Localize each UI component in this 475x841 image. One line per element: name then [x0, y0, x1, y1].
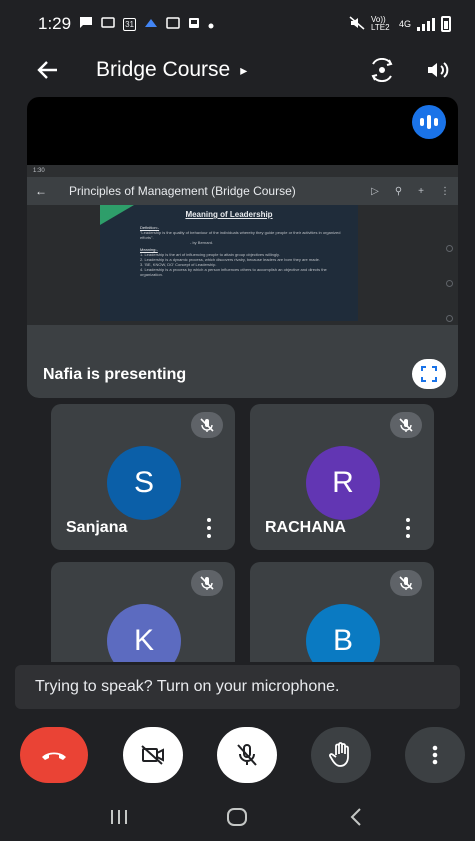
- switch-camera-icon: [371, 58, 393, 82]
- status-time: 1:29: [38, 14, 72, 33]
- fullscreen-icon: [421, 366, 437, 382]
- slide-point: 4. Leadership is a process by which a pe…: [140, 267, 327, 277]
- slide-text: Definition:- "Leadership is the quality …: [140, 223, 346, 277]
- shared-content: Meaning of Leadership Definition:- "Lead…: [27, 205, 458, 325]
- avatar: R: [306, 446, 380, 520]
- battery-icon: [441, 16, 451, 32]
- more-vert-icon: [432, 745, 438, 765]
- arrow-left-icon: [37, 61, 57, 79]
- more-options-button[interactable]: [405, 727, 465, 783]
- chevron-right-icon: ▸: [240, 61, 248, 78]
- signal-icon: [417, 17, 435, 31]
- chat-bubble-icon: [79, 16, 93, 32]
- hand-icon: [329, 742, 349, 767]
- photo-icon: [188, 17, 200, 32]
- network-label: Vo)) LTE2: [370, 15, 390, 32]
- shared-side-controls: [444, 245, 454, 322]
- mic-toggle-button[interactable]: [217, 727, 277, 783]
- back-button[interactable]: [30, 52, 66, 88]
- call-controls: [0, 727, 475, 787]
- app-icon: [144, 17, 158, 32]
- shared-app-title: Principles of Management (Bridge Course): [69, 184, 296, 198]
- add-person-icon: +: [418, 185, 424, 197]
- notification-icons: 31: [79, 16, 214, 32]
- meeting-title: Bridge Course: [96, 58, 231, 81]
- app-bar: Bridge Course ▸: [0, 48, 475, 92]
- camera-off-icon: [141, 745, 164, 765]
- dot-icon: [208, 17, 214, 32]
- mic-off-icon: [390, 570, 422, 596]
- mic-off-icon: [390, 412, 422, 438]
- play-icon: ▷: [371, 185, 379, 197]
- home-icon: [227, 808, 248, 826]
- mic-hint-toast: Trying to speak? Turn on your microphone…: [15, 665, 460, 709]
- app-actions: [365, 53, 455, 87]
- presenter-label: Nafia is presenting: [43, 366, 187, 383]
- status-bar: 1:29 31 Vo)) LTE2 4G: [0, 0, 475, 48]
- shared-status-time: 1:30: [33, 168, 45, 174]
- audio-output-button[interactable]: [421, 53, 455, 87]
- home-button[interactable]: [217, 797, 257, 837]
- phone-hangup-icon: [42, 752, 66, 760]
- calendar-icon: 31: [123, 17, 136, 31]
- recents-icon: [111, 810, 128, 824]
- participant-more-button[interactable]: [201, 516, 217, 540]
- participant-name: RACHANA: [265, 519, 346, 536]
- participant-tile[interactable]: R RACHANA: [250, 404, 434, 550]
- shared-status-bar: 1:30: [27, 165, 458, 177]
- mic-off-icon: [237, 744, 257, 766]
- raise-hand-button[interactable]: [311, 727, 371, 783]
- participant-tile[interactable]: K: [51, 562, 235, 662]
- chevron-left-icon: [350, 808, 361, 826]
- more-vert-icon: ⋮: [440, 185, 450, 197]
- shared-toolbar-icons: ▷ ⚲ + ⋮: [371, 186, 450, 197]
- participant-name: Sanjana: [66, 519, 128, 536]
- status-right: Vo)) LTE2 4G: [349, 16, 451, 33]
- slide: Meaning of Leadership Definition:- "Lead…: [100, 205, 358, 321]
- avatar: K: [107, 604, 181, 662]
- audio-level-icon: [412, 105, 446, 139]
- mic-off-icon: [191, 412, 223, 438]
- end-call-button[interactable]: [20, 727, 88, 783]
- avatar: S: [107, 446, 181, 520]
- fullscreen-button[interactable]: [412, 359, 446, 389]
- switch-camera-button[interactable]: [365, 53, 399, 87]
- back-nav-button[interactable]: [336, 797, 376, 837]
- participant-tile[interactable]: B: [250, 562, 434, 662]
- shared-screen: 1:30 ← Principles of Management (Bridge …: [27, 165, 458, 398]
- avatar: B: [306, 604, 380, 662]
- toast-text: Trying to speak? Turn on your microphone…: [35, 678, 340, 695]
- presentation-view[interactable]: 1:30 ← Principles of Management (Bridge …: [27, 97, 458, 398]
- participant-more-button[interactable]: [400, 516, 416, 540]
- shared-back-icon: ←: [35, 184, 47, 198]
- recents-button[interactable]: [99, 797, 139, 837]
- search-icon: ⚲: [394, 185, 403, 197]
- slide-definition-author: - by Bernard.: [190, 240, 214, 245]
- network-type: 4G: [398, 19, 411, 29]
- camera-toggle-button[interactable]: [123, 727, 183, 783]
- gallery-icon: [166, 16, 180, 32]
- cast-icon: [101, 16, 115, 32]
- system-nav-bar: [0, 793, 475, 841]
- mic-off-icon: [191, 570, 223, 596]
- speaker-icon: [428, 62, 449, 78]
- meeting-title-button[interactable]: Bridge Course ▸: [96, 58, 247, 82]
- participant-tile[interactable]: S Sanjana: [51, 404, 235, 550]
- slide-heading: Meaning of Leadership: [185, 210, 273, 219]
- shared-toolbar: ← Principles of Management (Bridge Cours…: [27, 177, 458, 205]
- slide-definition-text: "Leadership is the quality of behaviour …: [140, 230, 341, 240]
- silent-icon: [349, 15, 365, 33]
